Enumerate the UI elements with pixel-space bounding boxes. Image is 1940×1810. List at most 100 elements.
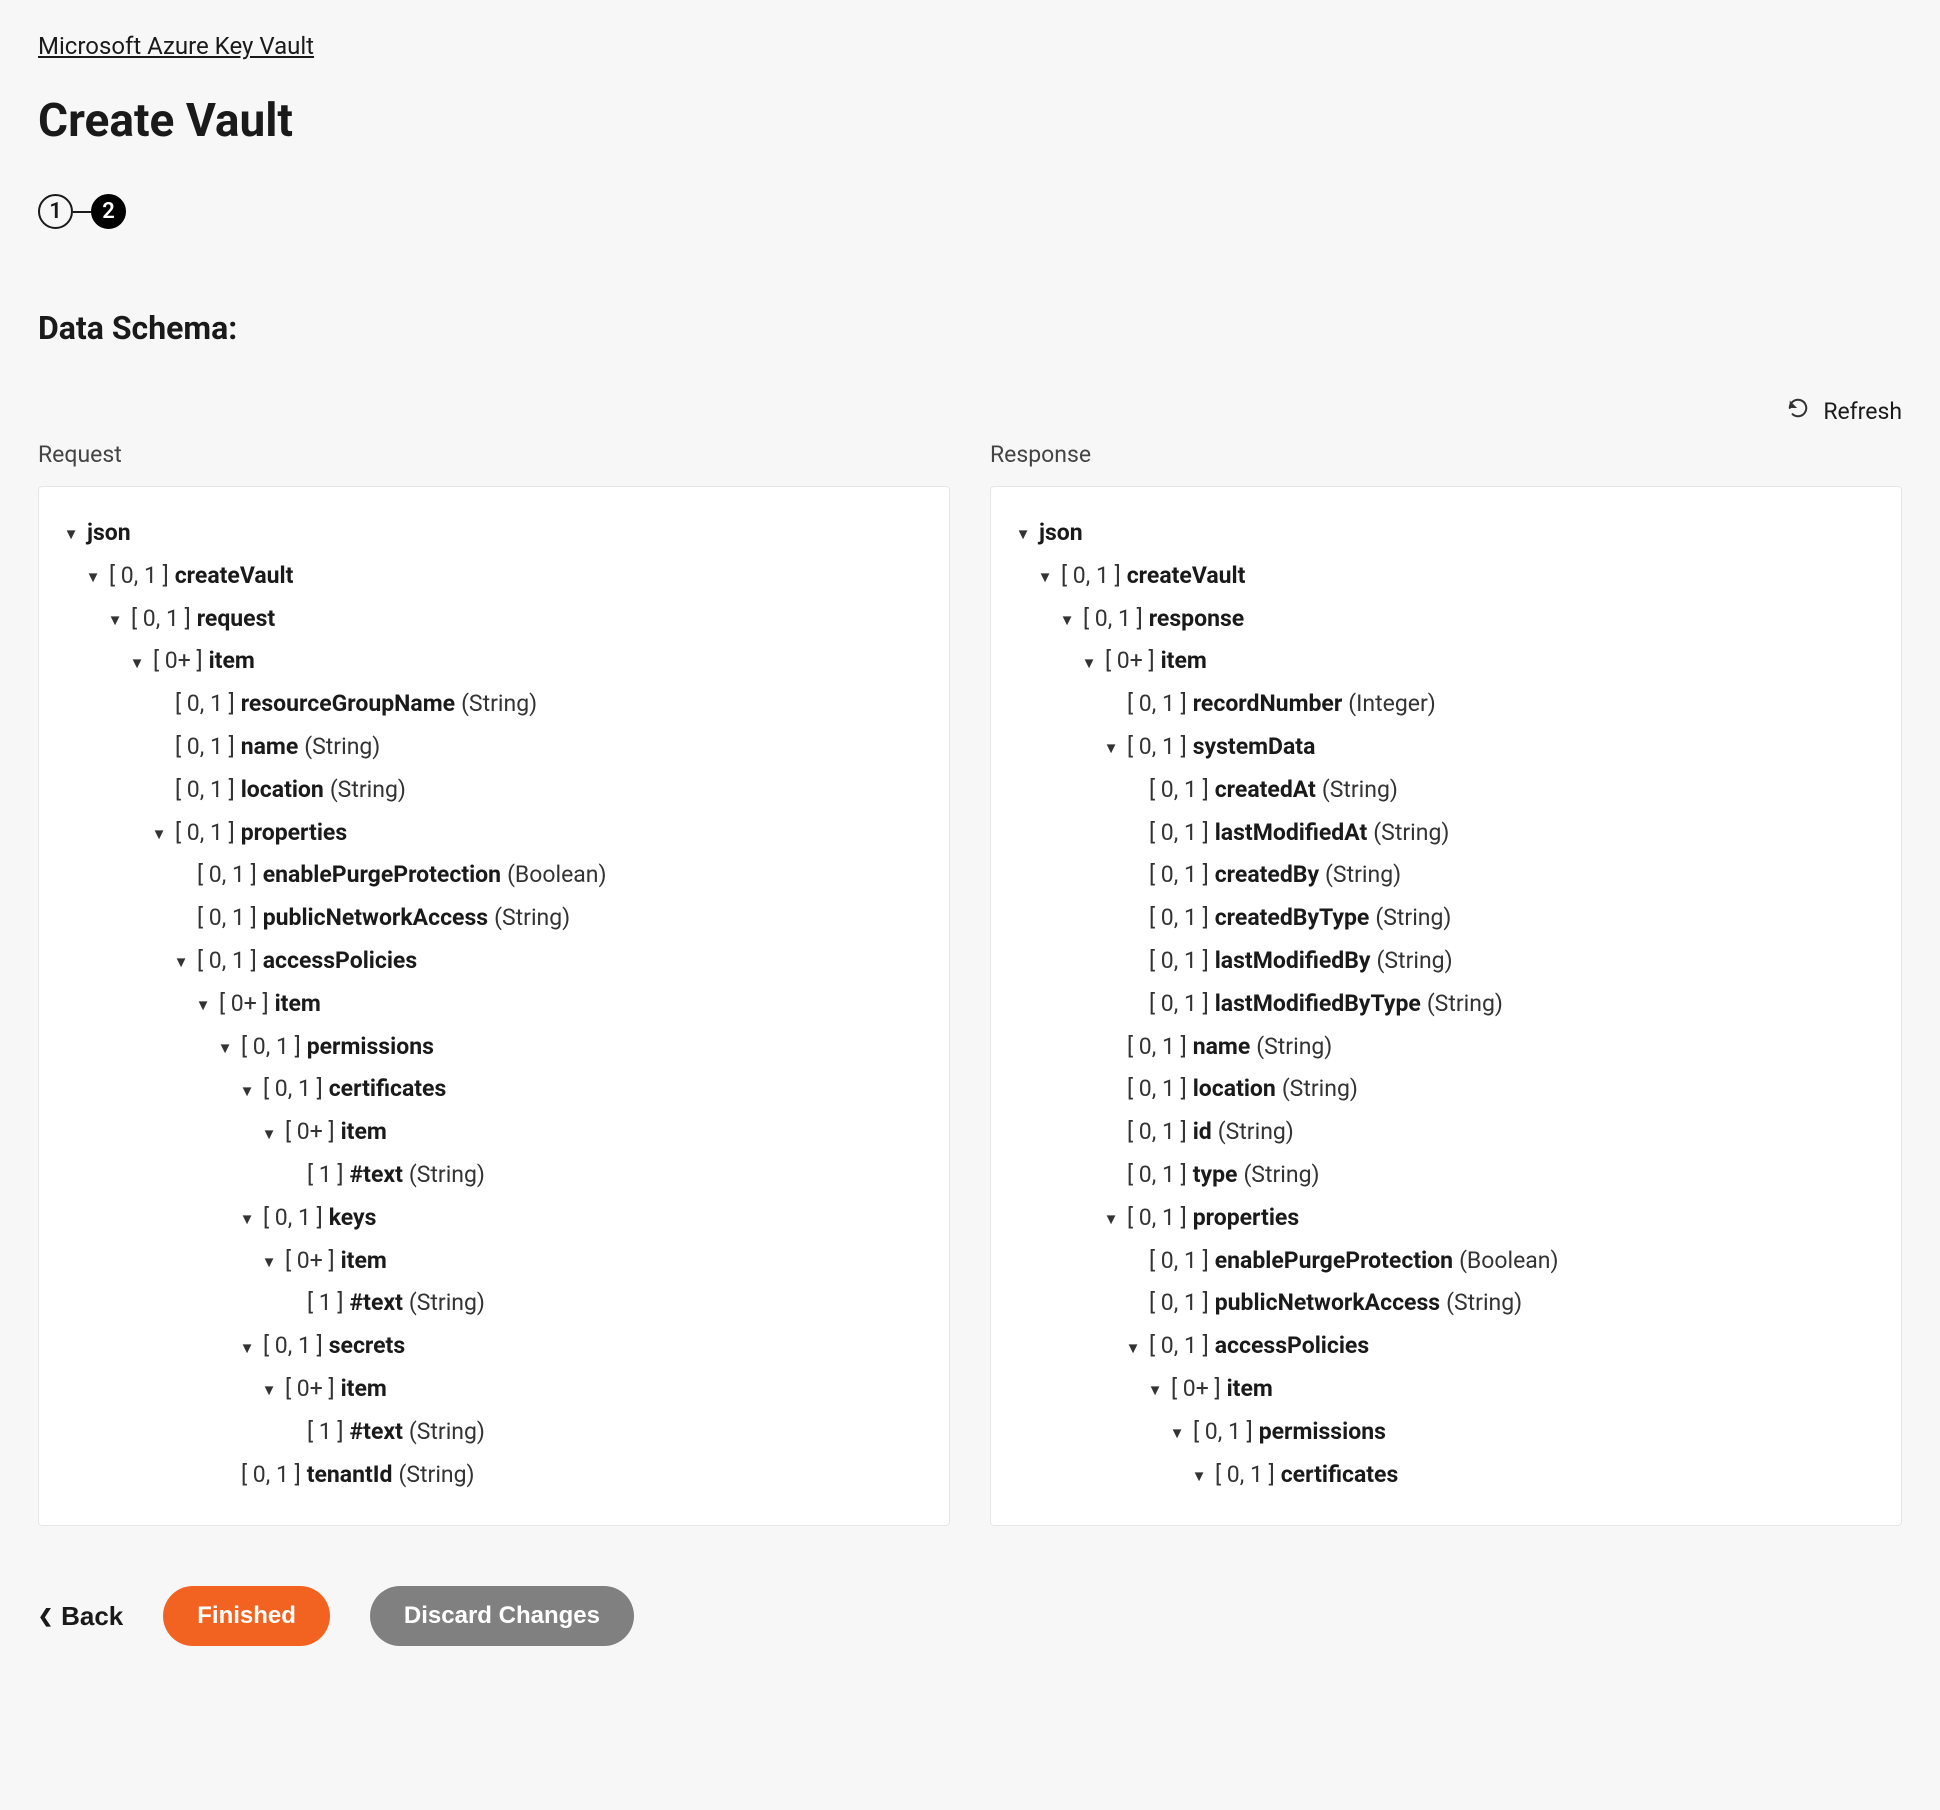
tree-node[interactable]: [ 0, 1 ] recordNumber (Integer) <box>1101 686 1879 723</box>
tree-node[interactable]: [ 0, 1 ] createdAt (String) <box>1123 772 1879 809</box>
node-name: item <box>209 643 255 680</box>
tree-node[interactable]: ▼[ 0, 1 ] response▼[ 0+ ] item[ 0, 1 ] r… <box>1057 601 1879 1494</box>
tree-node[interactable]: [ 0, 1 ] enablePurgeProtection (Boolean) <box>1123 1243 1879 1280</box>
tree-node[interactable]: ▼[ 0, 1 ] accessPolicies▼[ 0+ ] item▼[ 0… <box>171 943 927 1493</box>
tree-node[interactable]: [ 0, 1 ] name (String) <box>149 729 927 766</box>
back-button[interactable]: ❮ Back <box>38 1601 123 1632</box>
tree-node[interactable]: ▼json▼[ 0, 1 ] createVault▼[ 0, 1 ] resp… <box>1013 515 1879 1493</box>
chevron-down-icon[interactable]: ▼ <box>1035 565 1055 589</box>
tree-node[interactable]: ▼[ 0, 1 ] systemData[ 0, 1 ] createdAt (… <box>1101 729 1879 1023</box>
cardinality: [ 0, 1 ] <box>1127 1200 1187 1237</box>
chevron-down-icon[interactable]: ▼ <box>171 950 191 974</box>
node-name: #text <box>350 1157 403 1194</box>
chevron-down-icon[interactable]: ▼ <box>237 1207 257 1231</box>
chevron-down-icon[interactable]: ▼ <box>1145 1378 1165 1402</box>
chevron-down-icon[interactable]: ▼ <box>1101 736 1121 760</box>
chevron-down-icon[interactable]: ▼ <box>1057 608 1077 632</box>
chevron-down-icon[interactable]: ▼ <box>61 522 81 546</box>
chevron-down-icon[interactable]: ▼ <box>237 1336 257 1360</box>
tree-node[interactable]: [ 0, 1 ] location (String) <box>149 772 927 809</box>
chevron-down-icon[interactable]: ▼ <box>127 651 147 675</box>
node-type: (String) <box>409 1414 485 1451</box>
chevron-down-icon[interactable]: ▼ <box>193 993 213 1017</box>
tree-node[interactable]: ▼[ 0+ ] item[ 0, 1 ] resourceGroupName (… <box>127 643 927 1493</box>
cardinality: [ 0, 1 ] <box>1149 1243 1209 1280</box>
discard-button[interactable]: Discard Changes <box>370 1586 634 1646</box>
tree-node[interactable]: [ 0, 1 ] createdBy (String) <box>1123 857 1879 894</box>
node-name: createdByType <box>1215 900 1370 937</box>
tree-node[interactable]: ▼[ 0, 1 ] keys▼[ 0+ ] item[ 1 ] #text (S… <box>237 1200 927 1322</box>
cardinality: [ 0, 1 ] <box>1083 601 1143 638</box>
chevron-down-icon[interactable]: ▼ <box>259 1378 279 1402</box>
chevron-down-icon[interactable]: ▼ <box>83 565 103 589</box>
node-type: (String) <box>1446 1285 1522 1322</box>
tree-node[interactable]: ▼[ 0, 1 ] createVault▼[ 0, 1 ] response▼… <box>1035 558 1879 1494</box>
node-name: name <box>241 729 299 766</box>
cardinality: [ 0, 1 ] <box>1149 943 1209 980</box>
node-name: accessPolicies <box>263 943 417 980</box>
tree-node[interactable]: [ 0, 1 ] enablePurgeProtection (Boolean) <box>171 857 927 894</box>
tree-node[interactable]: [ 0, 1 ] resourceGroupName (String) <box>149 686 927 723</box>
tree-node[interactable]: [ 0, 1 ] tenantId (String) <box>215 1457 927 1494</box>
tree-node[interactable]: [ 0, 1 ] id (String) <box>1101 1114 1879 1151</box>
tree-node[interactable]: [ 0, 1 ] lastModifiedAt (String) <box>1123 815 1879 852</box>
refresh-label[interactable]: Refresh <box>1823 398 1902 425</box>
node-name: json <box>87 515 131 552</box>
chevron-down-icon[interactable]: ▼ <box>237 1079 257 1103</box>
chevron-down-icon[interactable]: ▼ <box>1079 651 1099 675</box>
refresh-icon[interactable] <box>1787 397 1809 425</box>
tree-node[interactable]: ▼[ 0+ ] item[ 1 ] #text (String) <box>259 1371 927 1451</box>
tree-node[interactable]: ▼[ 0, 1 ] permissions▼[ 0, 1 ] certifica… <box>215 1029 927 1451</box>
finished-button[interactable]: Finished <box>163 1586 330 1646</box>
tree-node[interactable]: [ 0, 1 ] publicNetworkAccess (String) <box>171 900 927 937</box>
tree-node[interactable]: [ 0, 1 ] name (String) <box>1101 1029 1879 1066</box>
chevron-down-icon[interactable]: ▼ <box>1189 1464 1209 1488</box>
tree-node[interactable]: [ 0, 1 ] lastModifiedByType (String) <box>1123 986 1879 1023</box>
tree-node[interactable]: [ 0, 1 ] publicNetworkAccess (String) <box>1123 1285 1879 1322</box>
chevron-down-icon[interactable]: ▼ <box>259 1122 279 1146</box>
node-name: tenantId <box>307 1457 393 1494</box>
tree-node[interactable]: ▼[ 0, 1 ] properties[ 0, 1 ] enablePurge… <box>149 815 927 1494</box>
tree-node[interactable]: ▼[ 0, 1 ] request▼[ 0+ ] item[ 0, 1 ] re… <box>105 601 927 1494</box>
tree-node[interactable]: ▼[ 0, 1 ] properties[ 0, 1 ] enablePurge… <box>1101 1200 1879 1494</box>
tree-node[interactable]: [ 1 ] #text (String) <box>281 1285 927 1322</box>
node-name: location <box>241 772 324 809</box>
chevron-down-icon[interactable]: ▼ <box>149 822 169 846</box>
tree-node[interactable]: ▼[ 0, 1 ] certificates▼[ 0+ ] item[ 1 ] … <box>237 1071 927 1193</box>
tree-node[interactable]: ▼[ 0+ ] item[ 0, 1 ] recordNumber (Integ… <box>1079 643 1879 1493</box>
node-name: certificates <box>1281 1457 1399 1494</box>
breadcrumb[interactable]: Microsoft Azure Key Vault <box>38 32 314 60</box>
tree-node[interactable]: ▼[ 0, 1 ] accessPolicies▼[ 0+ ] item▼[ 0… <box>1123 1328 1879 1493</box>
tree-node[interactable]: ▼[ 0, 1 ] createVault▼[ 0, 1 ] request▼[… <box>83 558 927 1494</box>
tree-node[interactable]: [ 0, 1 ] location (String) <box>1101 1071 1879 1108</box>
tree-node[interactable]: ▼[ 0, 1 ] permissions▼[ 0, 1 ] certifica… <box>1167 1414 1879 1494</box>
node-type: (String) <box>1322 772 1398 809</box>
tree-node[interactable]: ▼[ 0, 1 ] certificates <box>1189 1457 1879 1494</box>
tree-node[interactable]: ▼json▼[ 0, 1 ] createVault▼[ 0, 1 ] requ… <box>61 515 927 1493</box>
node-name: permissions <box>307 1029 434 1066</box>
tree-node[interactable]: [ 1 ] #text (String) <box>281 1157 927 1194</box>
node-name: secrets <box>329 1328 405 1365</box>
cardinality: [ 0+ ] <box>219 986 269 1023</box>
tree-node[interactable]: ▼[ 0+ ] item[ 1 ] #text (String) <box>259 1114 927 1194</box>
tree-node[interactable]: [ 0, 1 ] lastModifiedBy (String) <box>1123 943 1879 980</box>
tree-node[interactable]: [ 0, 1 ] type (String) <box>1101 1157 1879 1194</box>
chevron-down-icon[interactable]: ▼ <box>105 608 125 632</box>
page-title: Create Vault <box>38 94 1902 148</box>
tree-node[interactable]: ▼[ 0+ ] item[ 1 ] #text (String) <box>259 1243 927 1323</box>
chevron-down-icon[interactable]: ▼ <box>259 1250 279 1274</box>
tree-node[interactable]: [ 1 ] #text (String) <box>281 1414 927 1451</box>
cardinality: [ 1 ] <box>307 1157 344 1194</box>
chevron-down-icon[interactable]: ▼ <box>1013 522 1033 546</box>
step-2[interactable]: 2 <box>91 194 126 229</box>
chevron-down-icon[interactable]: ▼ <box>1101 1207 1121 1231</box>
node-name: keys <box>329 1200 377 1237</box>
chevron-down-icon[interactable]: ▼ <box>1167 1421 1187 1445</box>
tree-node[interactable]: ▼[ 0, 1 ] secrets▼[ 0+ ] item[ 1 ] #text… <box>237 1328 927 1450</box>
step-1[interactable]: 1 <box>38 194 73 229</box>
chevron-down-icon[interactable]: ▼ <box>215 1036 235 1060</box>
tree-node[interactable]: ▼[ 0+ ] item▼[ 0, 1 ] permissions▼[ 0, 1… <box>1145 1371 1879 1493</box>
tree-node[interactable]: ▼[ 0+ ] item▼[ 0, 1 ] permissions▼[ 0, 1… <box>193 986 927 1494</box>
tree-node[interactable]: [ 0, 1 ] createdByType (String) <box>1123 900 1879 937</box>
chevron-down-icon[interactable]: ▼ <box>1123 1336 1143 1360</box>
